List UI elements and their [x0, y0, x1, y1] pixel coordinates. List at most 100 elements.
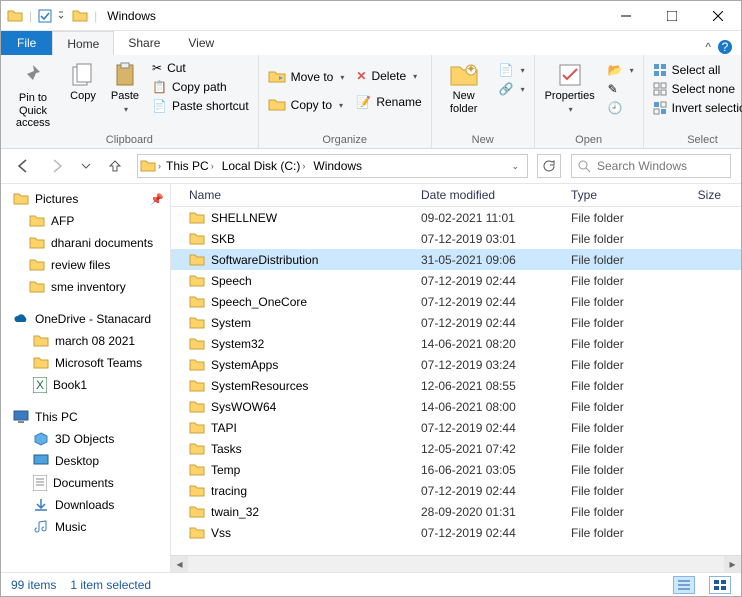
large-icons-view-button[interactable]: [709, 576, 731, 594]
copy-to-button[interactable]: Copy to▾: [263, 96, 350, 114]
sidebar-item-music[interactable]: Music: [1, 516, 170, 538]
chevron-right-icon[interactable]: ›: [158, 161, 161, 171]
table-row[interactable]: Temp16-06-2021 03:05File folder: [171, 459, 741, 480]
address-bar: › This PC› Local Disk (C:)› Windows ⌄ Se…: [1, 149, 741, 183]
breadcrumb[interactable]: Windows: [310, 159, 365, 173]
search-input[interactable]: Search Windows: [571, 154, 731, 178]
pin-to-quick-access-button[interactable]: Pin to Quick access: [5, 58, 61, 130]
horizontal-scrollbar[interactable]: ◂ ▸: [171, 555, 741, 572]
invert-selection-button[interactable]: Invert selection: [648, 100, 742, 116]
open-button[interactable]: 📂▾: [603, 62, 639, 78]
new-item-button[interactable]: 📄▾: [494, 62, 530, 78]
tab-home[interactable]: Home: [52, 31, 114, 55]
paste-button[interactable]: Paste ▾: [105, 58, 145, 114]
table-row[interactable]: twain_3228-09-2020 01:31File folder: [171, 501, 741, 522]
table-row[interactable]: Vss07-12-2019 02:44File folder: [171, 522, 741, 543]
minimize-button[interactable]: [603, 1, 649, 31]
navigation-pane[interactable]: Pictures📌 AFP dharani documents review f…: [1, 184, 171, 572]
scroll-left-icon[interactable]: ◂: [171, 556, 188, 573]
folder-icon: [189, 336, 205, 352]
table-row[interactable]: Tasks12-05-2021 07:42File folder: [171, 438, 741, 459]
table-row[interactable]: SysWOW6414-06-2021 08:00File folder: [171, 396, 741, 417]
column-type[interactable]: Type: [571, 188, 671, 202]
sidebar-item-msteams[interactable]: Microsoft Teams: [1, 352, 170, 374]
move-to-button[interactable]: Move to▾: [263, 68, 350, 86]
scroll-right-icon[interactable]: ▸: [724, 556, 741, 573]
breadcrumb[interactable]: This PC›: [163, 159, 217, 173]
svg-text:✦: ✦: [466, 62, 476, 76]
table-row[interactable]: System07-12-2019 02:44File folder: [171, 312, 741, 333]
table-row[interactable]: TAPI07-12-2019 02:44File folder: [171, 417, 741, 438]
table-row[interactable]: SHELLNEW09-02-2021 11:01File folder: [171, 207, 741, 228]
qat-dropdown-icon[interactable]: [58, 9, 66, 23]
column-date[interactable]: Date modified: [421, 188, 571, 202]
column-size[interactable]: Size: [671, 188, 731, 202]
checkbox-qat-icon[interactable]: [38, 9, 52, 23]
documents-icon: [33, 475, 47, 491]
tab-file[interactable]: File: [1, 31, 52, 55]
recent-locations-button[interactable]: [79, 154, 93, 178]
chevron-down-icon[interactable]: ⌄: [505, 161, 525, 172]
copy-button[interactable]: Copy: [63, 58, 103, 103]
sidebar-item-thispc[interactable]: This PC: [1, 406, 170, 428]
table-row[interactable]: SystemApps07-12-2019 03:24File folder: [171, 354, 741, 375]
breadcrumb[interactable]: Local Disk (C:)›: [219, 159, 309, 173]
sidebar-item-3dobjects[interactable]: 3D Objects: [1, 428, 170, 450]
sidebar-item-onedrive[interactable]: OneDrive - Stanacard: [1, 308, 170, 330]
column-headers[interactable]: Name Date modified Type Size: [171, 184, 741, 207]
table-row[interactable]: SystemResources12-06-2021 08:55File fold…: [171, 375, 741, 396]
forward-button[interactable]: [45, 154, 69, 178]
window-title: Windows: [107, 9, 156, 23]
details-view-button[interactable]: [673, 576, 695, 594]
delete-button[interactable]: ✕Delete▾: [351, 68, 426, 84]
sidebar-item-dharani[interactable]: dharani documents: [1, 232, 170, 254]
close-button[interactable]: [695, 1, 741, 31]
sidebar-item-march[interactable]: march 08 2021: [1, 330, 170, 352]
table-row[interactable]: System3214-06-2021 08:20File folder: [171, 333, 741, 354]
sidebar-item-afp[interactable]: AFP: [1, 210, 170, 232]
sidebar-item-review[interactable]: review files: [1, 254, 170, 276]
back-button[interactable]: [11, 154, 35, 178]
excel-icon: X: [33, 377, 47, 393]
rename-button[interactable]: 📝Rename: [351, 94, 426, 110]
chevron-up-icon[interactable]: ^: [705, 40, 711, 54]
sidebar-item-pictures[interactable]: Pictures📌: [1, 188, 170, 210]
address-box[interactable]: › This PC› Local Disk (C:)› Windows ⌄: [137, 154, 528, 178]
file-type: File folder: [571, 442, 671, 456]
sidebar-item-documents[interactable]: Documents: [1, 472, 170, 494]
file-date: 07-12-2019 02:44: [421, 295, 571, 309]
downloads-icon: [33, 497, 49, 513]
table-row[interactable]: tracing07-12-2019 02:44File folder: [171, 480, 741, 501]
table-row[interactable]: SoftwareDistribution31-05-2021 09:06File…: [171, 249, 741, 270]
copy-path-button[interactable]: 📋Copy path: [147, 79, 254, 95]
tab-share[interactable]: Share: [114, 31, 174, 55]
paste-shortcut-button[interactable]: 📄Paste shortcut: [147, 98, 254, 114]
file-rows[interactable]: SHELLNEW09-02-2021 11:01File folderSKB07…: [171, 207, 741, 555]
table-row[interactable]: Speech07-12-2019 02:44File folder: [171, 270, 741, 291]
up-button[interactable]: [103, 154, 127, 178]
properties-button[interactable]: Properties ▾: [539, 58, 601, 114]
new-folder-button[interactable]: ✦ New folder: [436, 58, 492, 115]
column-name[interactable]: Name: [171, 188, 421, 202]
sidebar-item-downloads[interactable]: Downloads: [1, 494, 170, 516]
status-item-count: 99 items: [11, 578, 56, 592]
table-row[interactable]: SKB07-12-2019 03:01File folder: [171, 228, 741, 249]
edit-button[interactable]: ✎: [603, 81, 639, 97]
sidebar-item-book1[interactable]: XBook1: [1, 374, 170, 396]
help-icon[interactable]: ?: [717, 39, 733, 55]
cut-button[interactable]: ✂Cut: [147, 60, 254, 76]
history-button[interactable]: 🕘: [603, 100, 639, 116]
file-name: Temp: [211, 463, 240, 477]
paste-shortcut-icon: 📄: [152, 99, 167, 113]
select-none-button[interactable]: Select none: [648, 81, 742, 97]
table-row[interactable]: Speech_OneCore07-12-2019 02:44File folde…: [171, 291, 741, 312]
maximize-button[interactable]: [649, 1, 695, 31]
copy-to-icon: [268, 97, 286, 113]
folder-icon: [72, 8, 88, 24]
sidebar-item-desktop[interactable]: Desktop: [1, 450, 170, 472]
select-all-button[interactable]: Select all: [648, 62, 742, 78]
easy-access-button[interactable]: 🔗▾: [494, 81, 530, 97]
sidebar-item-sme[interactable]: sme inventory: [1, 276, 170, 298]
tab-view[interactable]: View: [174, 31, 228, 55]
refresh-button[interactable]: [537, 154, 561, 178]
